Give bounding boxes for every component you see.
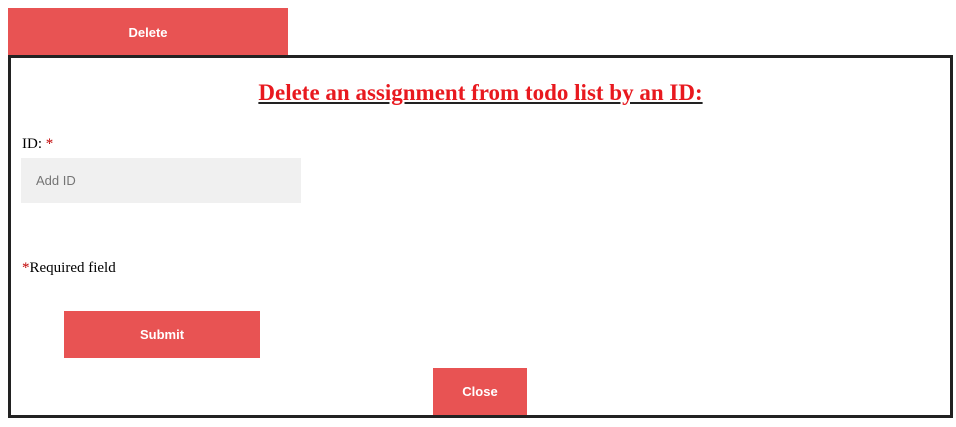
id-input[interactable] [21, 158, 301, 203]
id-label-text: ID: [22, 136, 46, 152]
close-button[interactable]: Close [433, 368, 527, 415]
id-field-label: ID: * [22, 136, 53, 153]
required-asterisk: * [45, 136, 54, 152]
required-note-text: Required field [29, 260, 116, 276]
required-note-asterisk: * [22, 260, 30, 276]
delete-tab-button[interactable]: Delete [8, 8, 288, 56]
delete-modal: Delete an assignment from todo list by a… [8, 55, 953, 418]
modal-title: Delete an assignment from todo list by a… [258, 80, 703, 105]
submit-button[interactable]: Submit [64, 311, 260, 358]
required-field-note: *Required field [22, 260, 116, 277]
